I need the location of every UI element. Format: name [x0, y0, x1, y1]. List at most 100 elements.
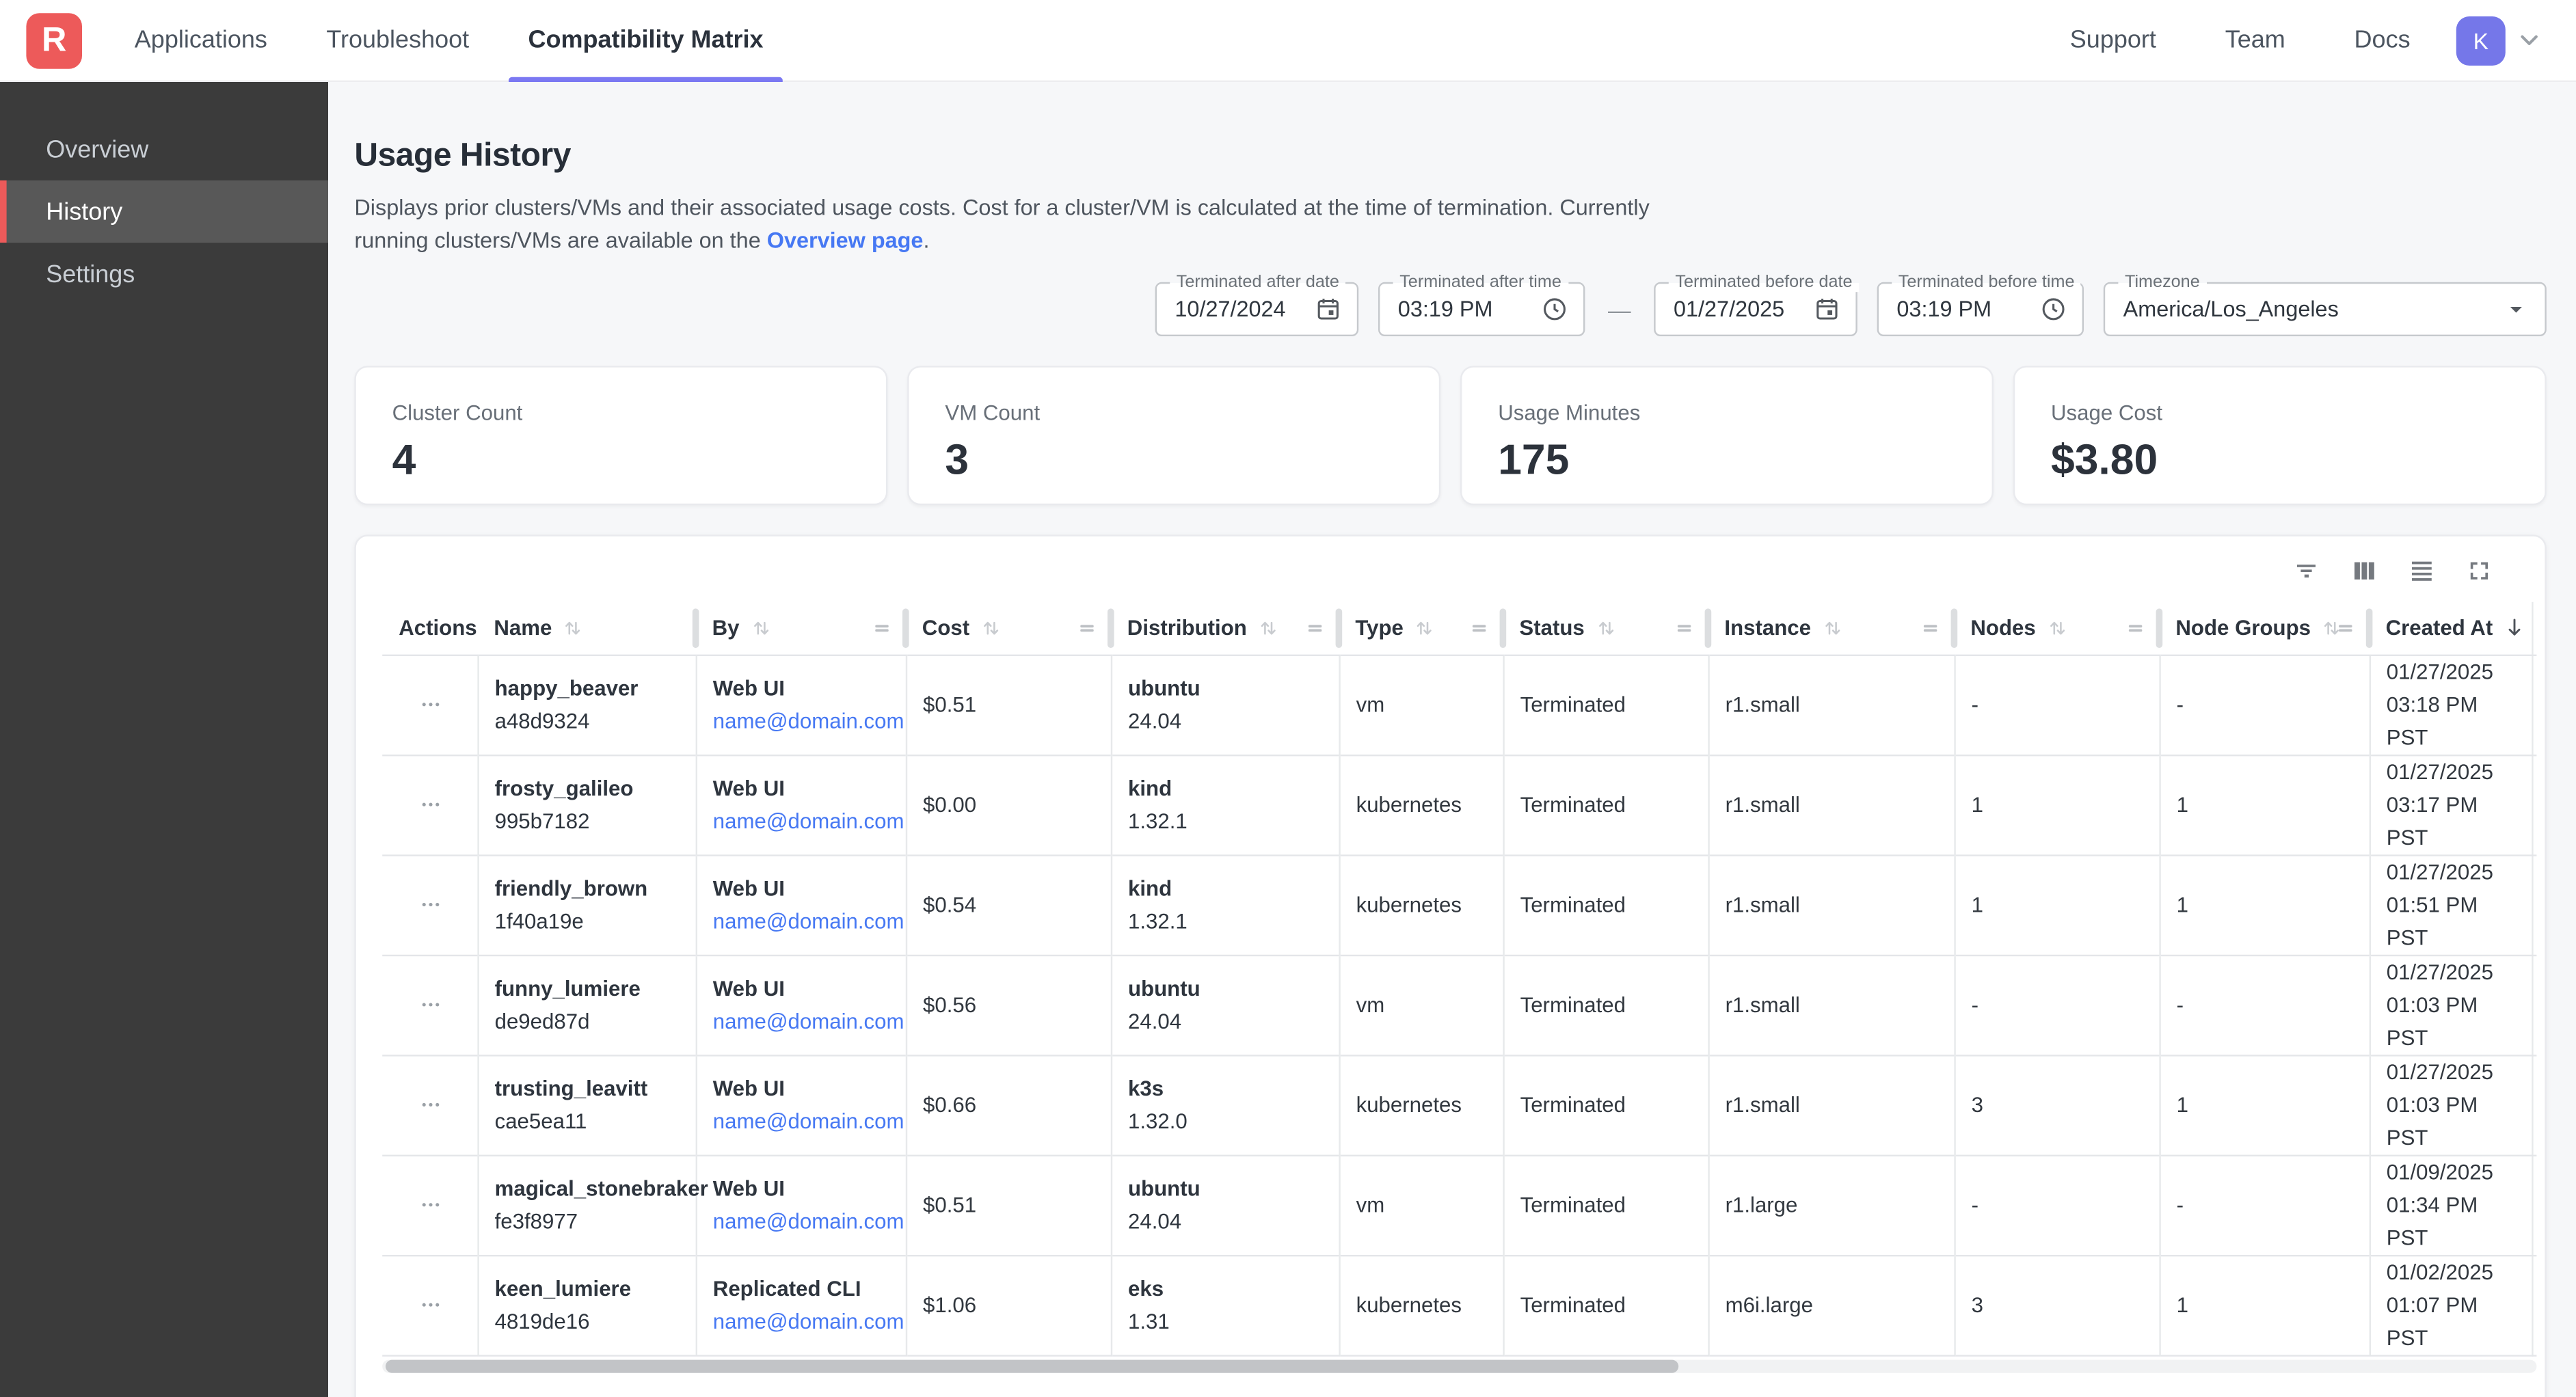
cell-by: Web UIname@domain.com	[696, 655, 906, 755]
calendar-icon[interactable]	[1314, 295, 1342, 323]
sort-icon	[1412, 614, 1438, 640]
table-row: frosty_galileo995b7182Web UIname@domain.…	[382, 755, 2536, 854]
filters-row: Terminated after date10/27/2024 Terminate…	[354, 282, 2546, 336]
column-resize-handle[interactable]	[1303, 616, 1328, 640]
cell-actions	[382, 955, 477, 1055]
sort-icon	[1593, 614, 1619, 640]
cell-name: trusting_leavittcae5ea11	[477, 1055, 695, 1154]
by-email-link[interactable]: name@domain.com	[713, 705, 892, 737]
tab-troubleshoot[interactable]: Troubleshoot	[326, 0, 469, 81]
column-label: Status	[1519, 616, 1584, 640]
nav-link-team[interactable]: Team	[2225, 26, 2285, 54]
caret-down-icon[interactable]	[2502, 295, 2530, 323]
row-actions-button[interactable]	[399, 792, 464, 817]
row-actions-button[interactable]	[399, 1292, 464, 1317]
stat-label: Usage Cost	[2051, 401, 2509, 425]
filter-terminated-after-date[interactable]: Terminated after date10/27/2024	[1155, 282, 1359, 336]
filter-terminated-before-date[interactable]: Terminated before date01/27/2025	[1654, 282, 1857, 336]
usage-table-card: ActionsNameByCostDistributionTypeStatusI…	[354, 534, 2546, 1397]
column-header-instance[interactable]: Instance	[1708, 602, 1954, 655]
by-email-link[interactable]: name@domain.com	[713, 1104, 892, 1137]
filter-timezone[interactable]: TimezoneAmerica/Los_Angeles	[2104, 282, 2547, 336]
filter-terminated-before-time[interactable]: Terminated before time03:19 PM	[1877, 282, 2084, 336]
cell-cost: $0.66	[906, 1055, 1111, 1154]
resource-id: cae5ea11	[495, 1104, 682, 1137]
distribution-version: 24.04	[1128, 1005, 1325, 1037]
column-header-created_at[interactable]: Created At	[2370, 602, 2537, 655]
columns-icon[interactable]	[2350, 556, 2379, 586]
resource-id: fe3f8977	[495, 1205, 682, 1238]
cell-instance: r1.small	[1708, 755, 1954, 854]
resource-id: 995b7182	[495, 804, 682, 837]
cell-name: magical_stonebrakerfe3f8977	[477, 1155, 695, 1255]
by-email-link[interactable]: name@domain.com	[713, 1005, 892, 1037]
column-header-distribution[interactable]: Distribution	[1111, 602, 1339, 655]
clock-icon[interactable]	[2039, 295, 2067, 323]
nav-link-support[interactable]: Support	[2070, 26, 2156, 54]
cell-instance: r1.large	[1708, 1155, 1954, 1255]
nav-link-docs[interactable]: Docs	[2354, 26, 2411, 54]
column-resize-handle[interactable]	[2333, 616, 2358, 640]
row-actions-button[interactable]	[399, 992, 464, 1017]
column-resize-handle[interactable]	[1672, 616, 1697, 640]
main-content: Usage History Displays prior clusters/VM…	[328, 82, 2576, 1397]
cell-actions	[382, 655, 477, 755]
cell-name: funny_lumierede9ed87d	[477, 955, 695, 1055]
density-icon[interactable]	[2407, 556, 2437, 586]
column-header-status[interactable]: Status	[1503, 602, 1708, 655]
column-header-nodes[interactable]: Nodes	[1954, 602, 2159, 655]
column-header-type[interactable]: Type	[1339, 602, 1503, 655]
column-header-name[interactable]: Name	[477, 602, 695, 655]
row-actions-button[interactable]	[399, 692, 464, 717]
replicated-logo[interactable]: R	[26, 12, 82, 68]
filter-terminated-after-time[interactable]: Terminated after time03:19 PM	[1378, 282, 1585, 336]
overview-page-link[interactable]: Overview page	[767, 228, 924, 253]
column-label: Distribution	[1127, 616, 1247, 640]
cell-status: Terminated	[1503, 1055, 1708, 1154]
column-header-node_groups[interactable]: Node Groups	[2159, 602, 2369, 655]
column-header-cost[interactable]: Cost	[906, 602, 1111, 655]
stat-label: Usage Minutes	[1498, 401, 1956, 425]
cell-cost: $0.00	[906, 755, 1111, 854]
cell-distribution: ubuntu24.04	[1111, 655, 1339, 755]
stat-cards: Cluster Count4VM Count3Usage Minutes175U…	[354, 366, 2546, 505]
fullscreen-icon[interactable]	[2465, 556, 2494, 586]
sidebar-item-overview[interactable]: Overview	[0, 118, 328, 180]
by-email-link[interactable]: name@domain.com	[713, 1205, 892, 1238]
table-row: magical_stonebrakerfe3f8977Web UIname@do…	[382, 1155, 2536, 1255]
table-row: trusting_leavittcae5ea11Web UIname@domai…	[382, 1055, 2536, 1154]
column-resize-handle[interactable]	[870, 616, 894, 640]
column-resize-handle[interactable]	[1467, 616, 1492, 640]
horizontal-scrollbar-track[interactable]	[382, 1359, 2536, 1372]
resource-id: de9ed87d	[495, 1005, 682, 1037]
sidebar-item-history[interactable]: History	[0, 180, 328, 243]
calendar-icon[interactable]	[1813, 295, 1841, 323]
horizontal-scrollbar-thumb[interactable]	[386, 1359, 1678, 1372]
cell-node_groups: 1	[2159, 1255, 2369, 1355]
by-email-link[interactable]: name@domain.com	[713, 1305, 892, 1338]
chevron-down-icon[interactable]	[2515, 26, 2543, 54]
cell-actions	[382, 1055, 477, 1154]
row-actions-button[interactable]	[399, 1092, 464, 1117]
filter-icon[interactable]	[2292, 556, 2322, 586]
row-actions-button[interactable]	[399, 1193, 464, 1217]
top-navbar: R Applications Troubleshoot Compatibility …	[0, 0, 2576, 82]
column-resize-handle[interactable]	[1075, 616, 1099, 640]
cell-nodes: 1	[1954, 854, 2159, 954]
avatar[interactable]: K	[2456, 16, 2506, 65]
distribution-version: 24.04	[1128, 1205, 1325, 1238]
cell-cost: $1.06	[906, 1255, 1111, 1355]
stat-card-cluster-count: Cluster Count4	[354, 366, 887, 505]
clock-icon[interactable]	[1541, 295, 1569, 323]
tab-compatibility-matrix[interactable]: Compatibility Matrix	[528, 0, 764, 81]
sort-icon	[748, 614, 774, 640]
column-resize-handle[interactable]	[2123, 616, 2148, 640]
column-resize-handle[interactable]	[1918, 616, 1943, 640]
cell-distribution: eks1.31	[1111, 1255, 1339, 1355]
row-actions-button[interactable]	[399, 893, 464, 917]
by-email-link[interactable]: name@domain.com	[713, 804, 892, 837]
by-email-link[interactable]: name@domain.com	[713, 905, 892, 938]
column-header-by[interactable]: By	[696, 602, 906, 655]
tab-applications[interactable]: Applications	[135, 0, 267, 81]
sidebar-item-settings[interactable]: Settings	[0, 243, 328, 305]
